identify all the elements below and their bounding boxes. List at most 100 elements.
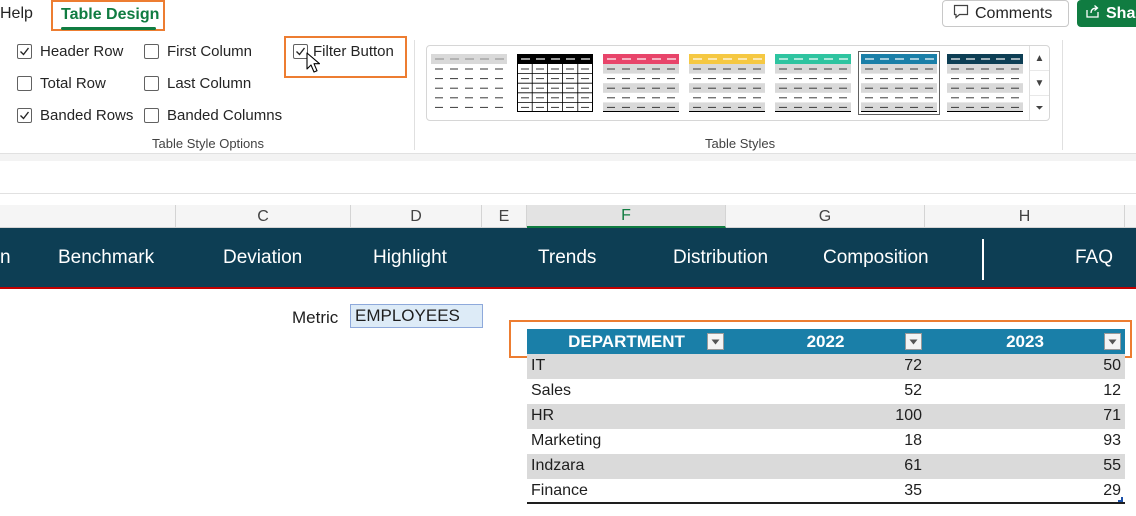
nav-item-composition[interactable]: Composition [823, 247, 929, 269]
table-styles-gallery[interactable]: ▲ ▼ ⏷ [426, 45, 1050, 121]
table-row[interactable]: Indzara 61 55 [527, 454, 1125, 479]
table-styles-label: Table Styles [705, 136, 776, 151]
value-2022-cell: 52 [904, 382, 922, 399]
nav-item-benchmark[interactable]: Benchmark [58, 247, 154, 269]
tab-help[interactable]: Help [0, 5, 33, 23]
first-column-label: First Column [167, 43, 253, 60]
department-cell: IT [531, 357, 546, 374]
table-style-swatch[interactable] [431, 54, 507, 112]
department-cell: Marketing [531, 432, 602, 449]
nav-item-deviation[interactable]: Deviation [223, 247, 302, 269]
menu-strip: Help Table Design Comments Sha [0, 0, 1136, 32]
header-department-label: DEPARTMENT [568, 331, 685, 351]
active-tab-indicator [61, 27, 156, 30]
table-style-swatch[interactable] [775, 54, 851, 112]
comments-label: Comments [975, 4, 1053, 22]
department-cell: HR [531, 407, 555, 424]
gallery-up-icon[interactable]: ▲ [1030, 46, 1049, 71]
comment-icon [953, 4, 969, 24]
ribbon-separator [414, 40, 415, 150]
table-header-row: DEPARTMENT 2022 2023 [527, 329, 1125, 354]
table-bottom-border [527, 502, 1125, 504]
table-style-swatch[interactable] [689, 54, 765, 112]
value-2023-cell: 93 [1103, 432, 1121, 449]
share-button[interactable]: Sha [1077, 0, 1136, 27]
value-2023-cell: 71 [1103, 407, 1121, 424]
department-cell: Indzara [531, 457, 585, 474]
share-label: Sha [1106, 4, 1136, 22]
nav-item-highlight[interactable]: Highlight [373, 247, 447, 269]
option-last-column[interactable]: Last Column [144, 75, 251, 92]
column-header-g[interactable]: G [726, 205, 925, 228]
department-cell: Sales [531, 382, 572, 399]
table-row[interactable]: IT 72 50 [527, 354, 1125, 379]
table-row[interactable]: Marketing 18 93 [527, 429, 1125, 454]
nav-item-faq[interactable]: FAQ [1075, 247, 1113, 269]
filter-dropdown-icon[interactable] [905, 333, 922, 350]
ribbon-separator [1062, 40, 1063, 150]
total-row-label: Total Row [40, 75, 106, 92]
header-2023[interactable]: 2023 [925, 329, 1125, 354]
ribbon-bottom-edge [0, 153, 1136, 161]
column-headers: C D E F G H [0, 205, 1136, 228]
header-row-checkbox[interactable] [17, 44, 32, 59]
tab-table-design[interactable]: Table Design [51, 0, 165, 31]
column-header-b[interactable] [0, 205, 176, 228]
filter-dropdown-icon[interactable] [1104, 333, 1121, 350]
gallery-down-icon[interactable]: ▼ [1030, 71, 1049, 96]
option-first-column[interactable]: First Column [144, 43, 252, 60]
value-2022-cell: 72 [904, 357, 922, 374]
gallery-scroll: ▲ ▼ ⏷ [1029, 46, 1049, 120]
banded-rows-label: Banded Rows [40, 107, 134, 124]
filter-button-label: Filter Button [313, 43, 394, 60]
table-style-swatch[interactable] [517, 54, 593, 112]
value-2022-cell: 100 [895, 407, 922, 424]
option-header-row[interactable]: Header Row [17, 43, 123, 60]
nav-item-trends[interactable]: Trends [538, 247, 596, 269]
table-style-swatch-selected[interactable] [858, 51, 940, 115]
header-row-label: Header Row [40, 43, 124, 60]
nav-item-distribution[interactable]: Distribution [673, 247, 768, 269]
comments-button[interactable]: Comments [942, 0, 1069, 27]
option-banded-columns[interactable]: Banded Columns [144, 107, 282, 124]
value-2023-cell: 55 [1103, 457, 1121, 474]
navigation-band: n Benchmark Deviation Highlight Trends D… [0, 228, 1136, 289]
tab-table-design-label: Table Design [61, 6, 160, 23]
first-column-checkbox[interactable] [144, 44, 159, 59]
value-2023-cell: 12 [1103, 382, 1121, 399]
mouse-pointer-icon [306, 52, 321, 79]
option-total-row[interactable]: Total Row [17, 75, 106, 92]
last-column-checkbox[interactable] [144, 76, 159, 91]
nav-divider [982, 239, 984, 280]
formula-bar[interactable] [0, 161, 1136, 194]
option-banded-rows[interactable]: Banded Rows [17, 107, 133, 124]
value-2022-cell: 61 [904, 457, 922, 474]
table-resize-handle[interactable] [1118, 497, 1123, 502]
table-row[interactable]: HR 100 71 [527, 404, 1125, 429]
column-header-h[interactable]: H [925, 205, 1125, 228]
value-2022-cell: 18 [904, 432, 922, 449]
header-2023-label: 2023 [1006, 331, 1044, 351]
banded-columns-checkbox[interactable] [144, 108, 159, 123]
table-style-swatch[interactable] [603, 54, 679, 112]
column-header-d[interactable]: D [351, 205, 482, 228]
metric-input-cell[interactable]: EMPLOYEES [350, 304, 483, 328]
column-header-c[interactable]: C [176, 205, 351, 228]
header-2022-label: 2022 [806, 331, 845, 351]
column-header-e[interactable]: E [482, 205, 527, 228]
banded-columns-label: Banded Columns [167, 107, 283, 124]
gallery-more-icon[interactable]: ⏷ [1030, 96, 1049, 120]
header-department[interactable]: DEPARTMENT [527, 329, 726, 354]
filter-dropdown-icon[interactable] [707, 333, 724, 350]
table-style-options-label: Table Style Options [152, 136, 265, 151]
value-2022-cell: 35 [904, 482, 922, 499]
total-row-checkbox[interactable] [17, 76, 32, 91]
column-header-f[interactable]: F [527, 205, 726, 228]
table-style-swatch[interactable] [947, 54, 1023, 112]
nav-item-partial[interactable]: n [0, 247, 11, 269]
value-2023-cell: 50 [1103, 357, 1121, 374]
header-2022[interactable]: 2022 [726, 329, 925, 354]
table-row[interactable]: Sales 52 12 [527, 379, 1125, 404]
table-row[interactable]: Finance 35 29 [527, 479, 1125, 504]
banded-rows-checkbox[interactable] [17, 108, 32, 123]
